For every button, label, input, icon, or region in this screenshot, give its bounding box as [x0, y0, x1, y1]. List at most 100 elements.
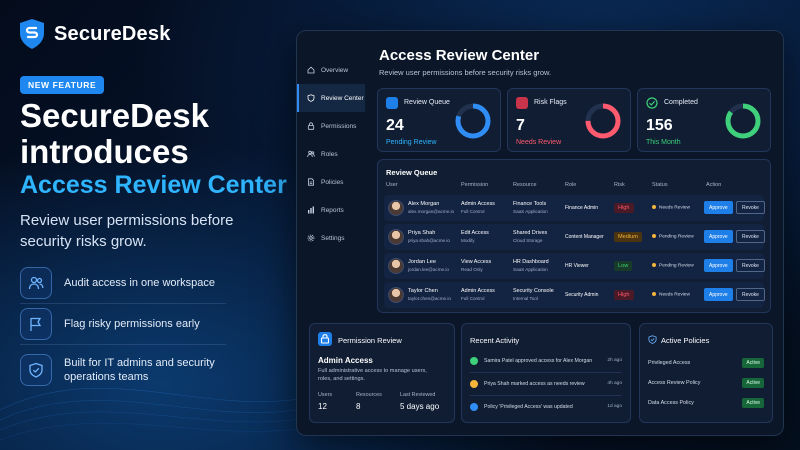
user-name: Alex Morgan: [408, 201, 440, 207]
stat-value: 156: [646, 117, 673, 134]
donut-chart: [725, 103, 761, 139]
status-indicator: Pending Review: [652, 263, 694, 268]
permission-description: Full administrative access to manage use…: [318, 368, 427, 382]
role: HR Viewer: [565, 263, 589, 269]
gear-icon: [307, 234, 315, 242]
user-email: priya.shah@acme.io: [408, 238, 450, 243]
role: Finance Admin: [565, 205, 599, 211]
sidebar-item-label: Settings: [321, 234, 345, 242]
revoke-button[interactable]: Revoke: [736, 230, 765, 243]
permission: View Access: [461, 259, 492, 265]
resource-detail: SaaS Application: [513, 209, 548, 214]
permission: Edit Access: [461, 230, 489, 236]
user-email: alex.morgan@acme.io: [408, 209, 455, 214]
role: Content Manager: [565, 234, 604, 240]
donut-chart: [455, 103, 491, 139]
sidebar-item-label: Roles: [321, 150, 338, 158]
status-badge: Active: [742, 358, 764, 368]
sidebar-item-reports[interactable]: Reports: [297, 196, 365, 224]
activity-text: Priya Shah marked access as needs review: [484, 381, 585, 387]
risk-badge: Medium: [614, 232, 642, 242]
column-header-status: Status: [652, 182, 668, 188]
policy-name: Access Review Policy: [648, 380, 701, 386]
column-header-user: User: [386, 182, 398, 188]
section-title: Active Policies: [661, 336, 710, 345]
status-badge: Active: [742, 378, 764, 388]
table-row[interactable]: Jordan Lee jordan.lee@acme.io View Acces…: [384, 253, 765, 279]
sidebar-item-policies[interactable]: Policies: [297, 168, 365, 196]
divider: [470, 395, 622, 396]
stat-card-risk-flags[interactable]: Risk Flags 7 Needs Review: [507, 88, 631, 152]
activity-item[interactable]: Policy 'Privileged Access' was updated 1…: [470, 402, 622, 414]
active-policies-panel: Active Policies Privileged Access Active…: [639, 323, 773, 423]
resource: Shared Drives: [513, 230, 548, 236]
approve-button[interactable]: Approve: [704, 259, 733, 272]
feature-item: Built for IT admins and security operati…: [20, 345, 226, 395]
table-row[interactable]: Alex Morgan alex.morgan@acme.io Admin Ac…: [384, 195, 765, 221]
activity-time: 2h ago: [607, 358, 622, 363]
user-name: Taylor Chen: [408, 288, 438, 294]
divider: [470, 372, 622, 373]
user-email: taylor.chen@acme.io: [408, 296, 451, 301]
user-email: jordan.lee@acme.io: [408, 267, 449, 272]
clock-icon: [470, 380, 478, 388]
approve-button[interactable]: Approve: [704, 288, 733, 301]
stat-card-review-queue[interactable]: Review Queue 24 Pending Review: [377, 88, 501, 152]
stat-label: Users: [318, 392, 333, 398]
hero-subtitle: Review user permissions before security …: [20, 212, 234, 250]
revoke-button[interactable]: Revoke: [736, 201, 765, 214]
activity-item[interactable]: Priya Shah marked access as needs review…: [470, 379, 622, 391]
column-header-permission: Permission: [461, 182, 489, 188]
section-title: Recent Activity: [470, 336, 520, 345]
permission-review-panel[interactable]: Permission Review Admin Access Full admi…: [309, 323, 455, 423]
feature-text: Audit access in one workspace: [64, 277, 216, 289]
sidebar-item-roles[interactable]: Roles: [297, 140, 365, 168]
shield-icon: [307, 94, 315, 102]
stat-value: 24: [386, 117, 404, 134]
approve-button[interactable]: Approve: [704, 201, 733, 214]
stat-value: 5 days ago: [400, 402, 440, 411]
flag-icon: [20, 308, 52, 340]
status-indicator: Needs Review: [652, 205, 690, 210]
home-icon: [307, 66, 315, 74]
activity-time: 4h ago: [607, 381, 622, 386]
revoke-button[interactable]: Revoke: [736, 259, 765, 272]
sidebar-item-permissions[interactable]: Permissions: [297, 112, 365, 140]
stat-card-completed[interactable]: Completed 156 This Month: [637, 88, 771, 152]
check-circle-icon: [470, 357, 478, 365]
column-header-risk: Risk: [614, 182, 625, 188]
risk-badge: Low: [614, 261, 633, 271]
hero-title: SecureDesk introduces: [20, 97, 209, 170]
permission: Admin Access: [461, 201, 495, 207]
shield-check-icon: [20, 354, 52, 386]
activity-item[interactable]: Samira Patel approved access for Alex Mo…: [470, 356, 622, 368]
page-title: Access Review Center: [379, 47, 540, 64]
status-indicator: Pending Review: [652, 234, 694, 239]
avatar: [388, 200, 404, 216]
flag-icon: [516, 97, 528, 109]
feature-text: Flag risky permissions early: [64, 318, 200, 330]
section-title: Review Queue: [386, 168, 438, 177]
table-row[interactable]: Taylor Chen taylor.chen@acme.io Admin Ac…: [384, 282, 765, 308]
status-badge: Active: [742, 398, 764, 408]
policy-item[interactable]: Access Review Policy Active: [648, 378, 764, 390]
policy-item[interactable]: Data Access Policy Active: [648, 398, 764, 410]
sidebar-item-label: Permissions: [321, 122, 357, 130]
approve-button[interactable]: Approve: [704, 230, 733, 243]
hero-accent-title: Access Review Center: [20, 171, 287, 199]
sidebar-item-review-center[interactable]: Review Center: [297, 84, 365, 112]
avatar: [388, 258, 404, 274]
lock-icon: [307, 122, 315, 130]
revoke-button[interactable]: Revoke: [736, 288, 765, 301]
policy-item[interactable]: Privileged Access Active: [648, 358, 764, 370]
stat-label: Resources: [356, 392, 382, 398]
feature-text: Built for IT admins and security operati…: [64, 357, 215, 383]
stat-value: 8: [356, 402, 361, 411]
clipboard-icon: [386, 97, 398, 109]
check-circle-icon: [646, 97, 658, 109]
sidebar-item-settings[interactable]: Settings: [297, 224, 365, 252]
table-row[interactable]: Priya Shah priya.shah@acme.io Edit Acces…: [384, 224, 765, 250]
review-queue-table: Review Queue User Permission Resource Ro…: [377, 159, 771, 313]
resource: Security Console: [513, 288, 554, 294]
sidebar-item-overview[interactable]: Overview: [297, 56, 365, 84]
